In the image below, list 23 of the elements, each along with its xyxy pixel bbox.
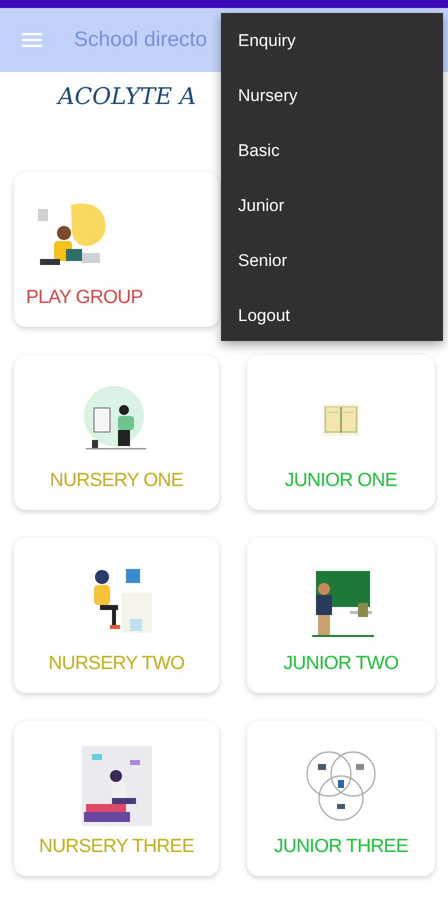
- app-title: School directo: [74, 28, 208, 52]
- school-name: ACOLYTE A: [58, 84, 196, 110]
- class-label: JUNIOR THREE: [274, 836, 408, 858]
- menu-item[interactable]: Basic: [221, 127, 443, 182]
- class-label: JUNIOR ONE: [284, 470, 398, 492]
- menu-icon[interactable]: [22, 32, 42, 48]
- class-card[interactable]: JUNIOR ONE: [247, 355, 435, 510]
- class-card[interactable]: NURSERY TWO: [14, 538, 219, 693]
- menu-item[interactable]: Junior: [221, 182, 443, 237]
- menu-item[interactable]: Enquiry: [221, 17, 443, 72]
- class-label: JUNIOR TWO: [284, 653, 398, 675]
- menu-item[interactable]: Senior: [221, 237, 443, 292]
- menu-item[interactable]: Logout: [221, 292, 443, 347]
- class-card[interactable]: PLAY GROUP: [14, 172, 219, 327]
- class-label: NURSERY THREE: [38, 836, 194, 858]
- class-card[interactable]: JUNIOR THREE: [247, 721, 435, 876]
- menu-item[interactable]: Nursery: [221, 72, 443, 127]
- class-label: NURSERY TWO: [48, 653, 184, 675]
- class-label: NURSERY ONE: [50, 470, 184, 492]
- class-card[interactable]: JUNIOR TWO: [247, 538, 435, 693]
- class-card[interactable]: NURSERY THREE: [14, 721, 219, 876]
- class-label: PLAY GROUP: [26, 287, 143, 309]
- class-card[interactable]: NURSERY ONE: [14, 355, 219, 510]
